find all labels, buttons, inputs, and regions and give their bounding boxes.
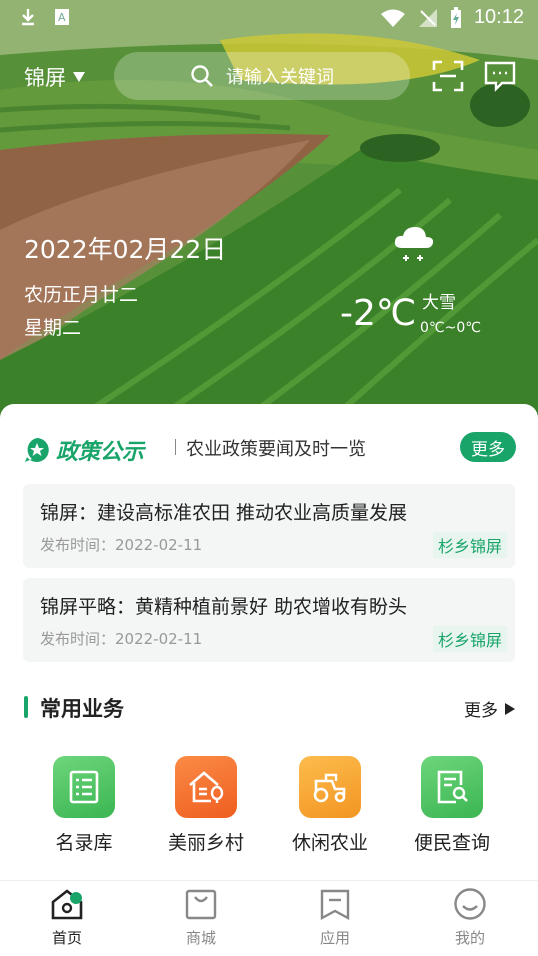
temperature: -2℃: [340, 293, 417, 334]
news-item[interactable]: 锦屏平略：黄精种植前景好 助农增收有盼头 发布时间：2022-02-11 杉乡锦…: [23, 578, 515, 662]
snow-cloud-icon: [394, 227, 434, 261]
wifi-icon: [380, 9, 405, 27]
service-label: 便民查询: [413, 832, 490, 854]
star-badge-icon: [25, 438, 49, 462]
policy-header: 政策公示 农业政策要闻及时一览 更多: [24, 432, 516, 466]
weekday: 星期二: [24, 317, 82, 339]
tab-home[interactable]: 首页: [32, 887, 102, 948]
services-more-label: 更多: [464, 701, 498, 721]
home-icon: [51, 889, 83, 920]
signal-off-icon: [418, 8, 437, 27]
lunar-date: 农历正月廿二: [24, 284, 139, 306]
services-grid: 名录库 美丽乡村 休闲农业 便民查询: [0, 756, 538, 866]
service-item[interactable]: 休闲农业: [270, 756, 390, 855]
top-bar: 锦屏 请输入关键词: [0, 52, 538, 100]
message-icon[interactable]: [484, 60, 516, 92]
status-bar: A 10:12: [0, 0, 538, 36]
tab-mine[interactable]: 我的: [435, 887, 505, 948]
service-item[interactable]: 便民查询: [392, 756, 512, 855]
shopping-bag-icon: [185, 889, 217, 920]
play-arrow-icon: [505, 702, 515, 715]
policy-subtitle: 农业政策要闻及时一览: [186, 439, 366, 460]
content-card: 政策公示 农业政策要闻及时一览 更多 锦屏：建设高标准农田 推动农业高质量发展 …: [0, 404, 538, 956]
news-time: 发布时间：2022-02-11: [40, 536, 203, 554]
bookmark-icon: [320, 889, 350, 921]
caret-down-icon: [73, 72, 85, 82]
news-source-tag: 杉乡锦屏: [432, 626, 507, 652]
policy-logo: 政策公示: [24, 434, 144, 466]
scan-icon[interactable]: [432, 60, 464, 92]
weather-description: 大雪: [422, 293, 456, 313]
search-placeholder: 请输入关键词: [226, 67, 334, 88]
tab-label: 我的: [454, 929, 485, 947]
policy-more-button[interactable]: 更多: [460, 432, 516, 462]
service-label: 美丽乡村: [167, 832, 244, 854]
news-title: 锦屏：建设高标准农田 推动农业高质量发展: [40, 502, 408, 524]
current-date: 2022年02月22日: [24, 235, 227, 264]
tab-label: 商城: [185, 929, 216, 947]
smile-face-icon: [454, 888, 486, 920]
services-more-button[interactable]: 更多: [464, 696, 516, 721]
tab-label: 应用: [319, 929, 350, 947]
bottom-tab-bar: 首页 商城 应用 我的: [0, 880, 538, 956]
news-item[interactable]: 锦屏：建设高标准农田 推动农业高质量发展 发布时间：2022-02-11 杉乡锦…: [23, 484, 515, 568]
search-input[interactable]: 请输入关键词: [114, 52, 410, 100]
hero-banner: A 10:12 锦屏 请输入关键词 2022年02月22日 农历正月廿二 星期二…: [0, 0, 538, 430]
temperature-range: 0℃~0℃: [420, 320, 481, 336]
service-item[interactable]: 名录库: [24, 756, 144, 855]
city-name: 锦屏: [24, 66, 66, 90]
news-source-tag: 杉乡锦屏: [432, 532, 507, 558]
policy-title: 政策公示: [56, 440, 145, 465]
service-label: 名录库: [55, 832, 113, 854]
search-icon: [191, 65, 213, 87]
tab-label: 首页: [51, 929, 82, 947]
download-icon: [22, 9, 34, 26]
battery-charging-icon: [450, 6, 461, 28]
list-document-icon: [53, 756, 115, 818]
tab-apps[interactable]: 应用: [300, 887, 370, 948]
house-tree-icon: [175, 756, 237, 818]
tab-mall[interactable]: 商城: [166, 887, 236, 948]
document-search-icon: [421, 756, 483, 818]
services-title: 常用业务: [40, 697, 124, 721]
service-label: 休闲农业: [291, 832, 368, 854]
city-selector[interactable]: 锦屏: [24, 62, 86, 92]
divider: [175, 439, 176, 455]
text-app-icon: A: [55, 9, 69, 25]
tractor-icon: [299, 756, 361, 818]
services-header: 常用业务 更多: [24, 694, 516, 724]
status-time: 10:12: [473, 6, 524, 28]
news-title: 锦屏平略：黄精种植前景好 助农增收有盼头: [40, 596, 408, 618]
service-item[interactable]: 美丽乡村: [146, 756, 266, 855]
section-accent-bar: [24, 696, 28, 718]
svg-text:A: A: [58, 11, 66, 24]
news-time: 发布时间：2022-02-11: [40, 630, 203, 648]
